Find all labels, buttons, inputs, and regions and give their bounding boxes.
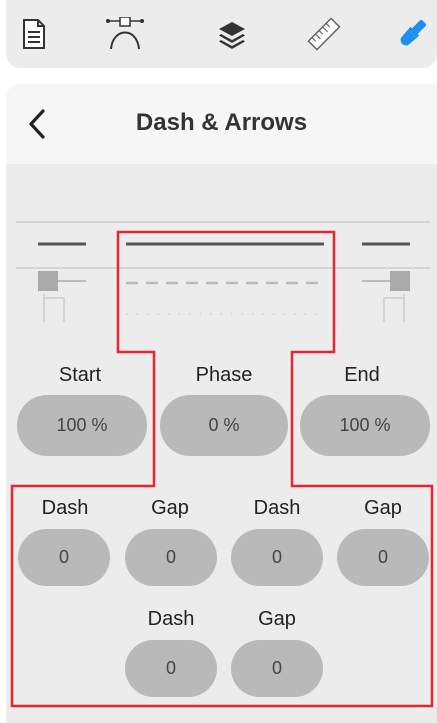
phase-label: Phase [195, 364, 253, 386]
gap-1-field[interactable]: 0 [125, 529, 217, 586]
dash-arrows-panel: Dash & Arrows Start Phase End 100 % 0 % … [6, 84, 437, 723]
gap-3-label: Gap [258, 608, 296, 630]
end-label: End [344, 364, 380, 386]
top-toolbar [6, 0, 437, 68]
dash-3-label: Dash [147, 608, 195, 630]
dash-2-field[interactable]: 0 [231, 529, 323, 586]
end-value-field[interactable]: 100 % [300, 395, 430, 456]
line-preview [16, 221, 430, 322]
start-label: Start [58, 364, 102, 386]
dash-3-field[interactable]: 0 [125, 640, 217, 697]
panel-header: Dash & Arrows [6, 84, 437, 164]
gap-1-label: Gap [151, 497, 189, 519]
gap-2-label: Gap [364, 497, 402, 519]
dash-1-label: Dash [41, 497, 89, 519]
end-marker-preview [390, 271, 410, 291]
layers-icon[interactable] [212, 14, 252, 54]
ruler-icon[interactable] [304, 14, 344, 54]
document-icon[interactable] [14, 14, 54, 54]
gap-3-field[interactable]: 0 [231, 640, 323, 697]
bezier-curve-icon[interactable] [105, 14, 145, 54]
dash-2-label: Dash [253, 497, 301, 519]
dash-1-field[interactable]: 0 [18, 529, 110, 586]
paint-brush-icon[interactable] [392, 14, 432, 54]
start-value-field[interactable]: 100 % [17, 395, 147, 456]
page-title: Dash & Arrows [135, 109, 308, 136]
start-marker-preview [38, 271, 58, 291]
phase-value-field[interactable]: 0 % [160, 395, 288, 456]
gap-2-field[interactable]: 0 [337, 529, 429, 586]
